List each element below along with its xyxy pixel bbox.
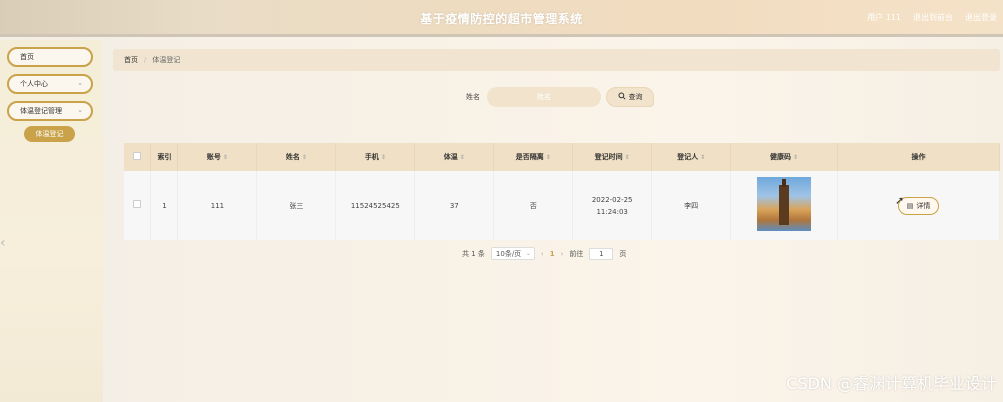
page-size-value: 10条/页 (495, 249, 522, 258)
mouse-cursor-icon: ➚ (895, 194, 905, 207)
column-header-label: 体温 (443, 153, 458, 161)
breadcrumb-home[interactable]: 首页 (124, 55, 138, 65)
column-header-time[interactable]: 登记时间 ⇕ (572, 143, 653, 171)
breadcrumb: 首页 / 体温登记 (113, 49, 1000, 71)
column-header-label: 登记人 (677, 153, 699, 161)
sidebar-item-label: 个人中心 (20, 80, 48, 88)
column-header-label: 索引 (157, 153, 172, 161)
prev-page-icon[interactable]: ‹ (541, 250, 544, 258)
column-header-account[interactable]: 账号 ⇕ (177, 143, 258, 171)
logout-link[interactable]: 退出登录 (965, 12, 997, 23)
row-select-cell (124, 171, 152, 240)
watermark: CSDN @睿渊计算机毕业设计 (786, 374, 997, 393)
search-input[interactable] (487, 87, 601, 107)
breadcrumb-current: 体温登记 (152, 56, 181, 64)
row-checkbox[interactable] (133, 199, 142, 208)
sort-icon[interactable]: ⇕ (625, 154, 630, 161)
cell-account: 111 (177, 171, 258, 240)
temperature-table: 索引 账号 ⇕ 姓名 ⇕ 手机 ⇕ 体温 ⇕ 是否隔离 ⇕ 登记时间 ⇕ 登记人 ⇕ 健康码 ⇕… (124, 143, 1000, 240)
sort-icon[interactable]: ⇕ (381, 154, 386, 161)
page-unit-label: 页 (619, 249, 627, 258)
column-header-label: 是否隔离 (515, 153, 544, 161)
column-header-index: 索引 (150, 143, 179, 171)
sidebar: 首页 个人中心 ⌄ 体温登记管理 ⌄ 体温登记 ‹ (0, 40, 103, 402)
breadcrumb-separator: / (144, 56, 147, 64)
column-header-isolated[interactable]: 是否隔离 ⇕ (493, 143, 574, 171)
sort-icon[interactable]: ⇕ (223, 154, 228, 161)
cell-temperature: 37 (414, 171, 495, 240)
column-header-health-code[interactable]: 健康码 ⇕ (730, 143, 839, 171)
chevron-down-icon: ⌄ (77, 79, 83, 87)
column-header-action: 操作 (837, 143, 1000, 171)
table-row: 1 111 张三 11524525425 37 否 2022-02-25 11:… (124, 171, 1000, 240)
next-page-icon[interactable]: › (561, 250, 564, 258)
user-label: 用户 111 (867, 13, 901, 22)
top-header: 基于疫情防控的超市管理系统 用户 111 退出到前台 退出登录 (0, 0, 1003, 37)
cell-isolated: 否 (493, 171, 574, 240)
page-number-current[interactable]: 1 (550, 250, 555, 258)
cell-index: 1 (150, 171, 179, 240)
column-header-name[interactable]: 姓名 ⇕ (256, 143, 337, 171)
search-label: 姓名 (466, 93, 480, 101)
exit-to-front-link[interactable]: 退出到前台 (913, 12, 953, 23)
document-icon: ▤ (906, 201, 914, 210)
sidebar-item-label: 体温登记管理 (20, 107, 62, 115)
submenu-item-label: 体温登记 (35, 130, 64, 138)
select-all-cell (124, 143, 152, 171)
search-button[interactable]: 查询 (606, 87, 654, 107)
column-header-label: 姓名 (285, 153, 300, 161)
cell-phone: 11524525425 (335, 171, 416, 240)
goto-label: 前往 (569, 249, 584, 258)
collapse-arrow-icon[interactable]: ‹ (0, 235, 6, 251)
table-header-row: 索引 账号 ⇕ 姓名 ⇕ 手机 ⇕ 体温 ⇕ 是否隔离 ⇕ 登记时间 ⇕ 登记人 ⇕ 健康码 ⇕… (124, 143, 1000, 171)
search-button-label: 查询 (628, 93, 643, 101)
detail-button-label: 详情 (916, 201, 931, 210)
select-all-checkbox[interactable] (133, 152, 142, 160)
sort-icon[interactable]: ⇕ (302, 154, 307, 161)
goto-page-input[interactable]: 1 (589, 247, 614, 260)
sort-icon[interactable]: ⇕ (793, 154, 798, 161)
sidebar-item-personal[interactable]: 个人中心 ⌄ (7, 74, 93, 94)
column-header-label: 账号 (206, 153, 221, 161)
chevron-down-icon: ⌄ (525, 250, 531, 257)
column-header-phone[interactable]: 手机 ⇕ (335, 143, 416, 171)
column-header-label: 登记时间 (594, 153, 623, 161)
column-header-label: 健康码 (770, 153, 792, 161)
sort-icon[interactable]: ⇕ (460, 154, 465, 161)
sort-icon[interactable]: ⇕ (546, 154, 551, 161)
search-icon (617, 92, 626, 102)
column-header-temperature[interactable]: 体温 ⇕ (414, 143, 495, 171)
column-header-label: 手机 (364, 153, 379, 161)
pagination: 共 1 条 10条/页 ⌄ ‹ 1 › 前往 1 页 (462, 247, 626, 260)
submenu-item-temperature-register[interactable]: 体温登记 (24, 126, 75, 142)
cell-health-code (730, 171, 839, 240)
sidebar-item-home[interactable]: 首页 (7, 47, 93, 67)
column-header-registrar[interactable]: 登记人 ⇕ (651, 143, 732, 171)
cell-action: ▤ 详情 (837, 171, 1000, 240)
column-header-label: 操作 (911, 153, 926, 161)
health-code-image[interactable] (757, 176, 812, 231)
page-size-select[interactable]: 10条/页 ⌄ (490, 247, 535, 260)
cell-time: 2022-02-25 11:24:03 (572, 171, 653, 240)
app-title: 基于疫情防控的超市管理系统 (420, 12, 583, 26)
cell-registrar: 李四 (651, 171, 732, 240)
sort-icon[interactable]: ⇕ (700, 154, 705, 161)
cell-name: 张三 (256, 171, 337, 240)
chevron-down-icon: ⌄ (77, 106, 83, 114)
pagination-total: 共 1 条 (462, 249, 485, 258)
header-links: 用户 111 退出到前台 退出登录 (867, 12, 997, 23)
sidebar-item-label: 首页 (20, 53, 34, 61)
sidebar-item-temperature[interactable]: 体温登记管理 ⌄ (7, 101, 93, 121)
